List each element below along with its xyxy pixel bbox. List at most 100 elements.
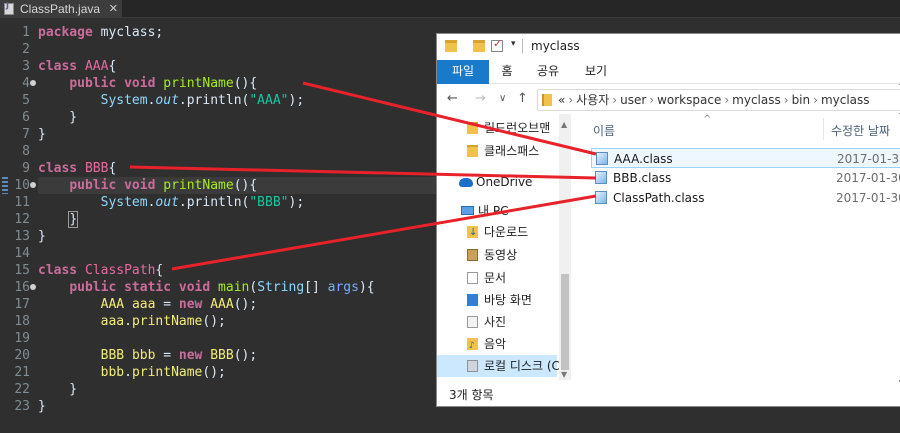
line-number-label: 19: [14, 331, 30, 346]
nav-item[interactable]: 음악: [437, 333, 557, 357]
line-number-label: 21: [14, 365, 30, 380]
nav-item[interactable]: 로컬 디스크 (C: [437, 355, 560, 377]
nav-item-label: 동영상: [484, 248, 518, 262]
drive-icon: [467, 360, 478, 372]
line-number: 1: [0, 24, 36, 41]
item-count: 3개 항목: [449, 388, 494, 402]
column-divider[interactable]: [823, 118, 824, 140]
folder-icon: [467, 122, 478, 134]
breadcrumb-item[interactable]: bin: [792, 93, 811, 107]
breadcrumb-chevron-icon[interactable]: ›: [565, 93, 576, 107]
address-bar-row: ← → ∨ ↑ «› 사용자 › user › workspace › myclass › bin…: [437, 85, 900, 113]
line-number: 22: [0, 381, 36, 398]
line-number: 21: [0, 364, 36, 381]
tab-view[interactable]: 보기: [581, 60, 611, 84]
line-number-label: 6: [22, 110, 30, 125]
music-icon: [467, 335, 478, 357]
nav-item[interactable]: 동영상: [437, 244, 557, 266]
line-number: 10: [0, 177, 36, 194]
file-list[interactable]: 이름 ^ 수정한 날짜 AAA.class 2017-01-30 S BBB.c…: [585, 114, 900, 380]
line-number: 14: [0, 245, 36, 262]
change-marker: [2, 177, 8, 194]
line-number-label: 22: [14, 382, 30, 397]
breadcrumb-item[interactable]: user: [620, 93, 646, 107]
breadcrumb-item[interactable]: myclass: [732, 93, 781, 107]
nav-item[interactable]: 내 PC: [437, 200, 557, 222]
file-explorer-window[interactable]: ▾ myclass 파일 홈 공유 보기 ← → ∨ ↑ «›사용자›user›…: [436, 33, 900, 407]
nav-item[interactable]: 다운로드: [437, 221, 557, 244]
nav-item-label: 다운로드: [484, 225, 529, 239]
properties-icon[interactable]: [491, 37, 503, 52]
nav-item-label: 내 PC: [478, 204, 509, 218]
breadcrumb-item[interactable]: workspace: [657, 93, 721, 107]
line-number-label: 4: [22, 76, 30, 91]
breadcrumb-item[interactable]: 사용자: [576, 93, 609, 107]
line-number: 11: [0, 194, 36, 211]
line-number-label: 7: [22, 127, 30, 142]
file-date: 2017-01-30 S: [837, 152, 900, 166]
tab-file[interactable]: 파일: [437, 60, 489, 84]
nav-item-label: 클래스패스: [484, 144, 540, 158]
address-bar[interactable]: «› 사용자 › user › workspace › myclass › bin › myclass: [537, 89, 900, 111]
documents-icon: [467, 272, 478, 284]
scroll-down-icon[interactable]: ▼: [561, 370, 567, 379]
breadcrumb-chevron-icon[interactable]: ›: [609, 93, 620, 107]
nav-item-label: 음악: [484, 337, 507, 351]
title-separator: [522, 39, 523, 53]
class-file-icon: [595, 191, 607, 204]
back-button[interactable]: ←: [447, 91, 458, 106]
nav-item[interactable]: 문서: [437, 267, 557, 289]
forward-button[interactable]: →: [475, 91, 486, 106]
class-file-icon: [596, 152, 608, 165]
new-folder-icon[interactable]: [473, 40, 485, 52]
breadcrumb-item[interactable]: myclass: [821, 93, 870, 107]
nav-item-label: 로컬 디스크 (C: [484, 359, 560, 373]
fold-toggle-icon[interactable]: [30, 182, 36, 188]
file-row[interactable]: ClassPath.class 2017-01-30 S: [591, 188, 900, 208]
breadcrumb-chevron-icon[interactable]: ›: [810, 93, 821, 107]
desktop-icon: [467, 294, 478, 306]
line-number-gutter: 1 2 3 4 5 6 7 8 9 10 11 12 13 14 15 16 17 18 19 20 21 22 23: [0, 18, 36, 433]
fold-toggle-icon[interactable]: [30, 284, 36, 290]
nav-item[interactable]: 클래스패스: [437, 140, 557, 162]
nav-item-label: 릴드런오브맨: [484, 121, 551, 135]
navigation-pane[interactable]: 릴드런오브맨클래스패스 OneDrive 내 PC 다운로드동영상문서바탕 화면사진음…: [437, 114, 571, 380]
folder-icon: [467, 145, 478, 157]
line-number: 7: [0, 126, 36, 143]
column-header-name[interactable]: 이름: [593, 122, 615, 139]
recent-locations-button[interactable]: ∨: [499, 93, 506, 104]
file-name: AAA.class: [614, 152, 673, 166]
nav-scrollbar-thumb[interactable]: [561, 274, 569, 370]
computer-icon: [461, 206, 474, 215]
quick-access-dropdown-icon[interactable]: ▾: [511, 39, 516, 49]
line-number: 4: [0, 75, 36, 92]
breadcrumb-chevron-icon[interactable]: ›: [646, 93, 657, 107]
fold-toggle-icon[interactable]: [30, 80, 36, 86]
tab-share[interactable]: 공유: [533, 60, 563, 84]
scroll-up-icon[interactable]: ▲: [561, 120, 567, 129]
line-number: 6: [0, 109, 36, 126]
line-number-label: 13: [14, 229, 30, 244]
tab-classpath-java[interactable]: ClassPath.java ✕: [0, 0, 122, 18]
breadcrumb-chevron-icon[interactable]: ›: [721, 93, 732, 107]
nav-item-label: 사진: [484, 315, 507, 329]
file-row[interactable]: BBB.class 2017-01-30 S: [591, 168, 900, 188]
breadcrumb-chevron-icon[interactable]: ›: [781, 93, 792, 107]
tab-home[interactable]: 홈: [495, 60, 519, 84]
file-row[interactable]: AAA.class 2017-01-30 S: [591, 148, 900, 168]
nav-item[interactable]: OneDrive: [437, 171, 557, 193]
close-tab-icon[interactable]: ✕: [109, 0, 118, 18]
line-number-label: 10: [14, 178, 30, 193]
column-header-date[interactable]: 수정한 날짜: [831, 122, 890, 139]
line-number: 20: [0, 347, 36, 364]
nav-item[interactable]: 바탕 화면: [437, 289, 557, 311]
folder-icon: [542, 94, 552, 106]
line-number-label: 18: [14, 314, 30, 329]
pictures-icon: [467, 316, 478, 328]
nav-item[interactable]: 릴드런오브맨: [437, 117, 557, 139]
up-button[interactable]: ↑: [517, 91, 528, 106]
line-number: 3: [0, 58, 36, 75]
line-number: 16: [0, 279, 36, 296]
nav-item[interactable]: 사진: [437, 311, 557, 333]
file-date: 2017-01-30 S: [836, 171, 900, 185]
